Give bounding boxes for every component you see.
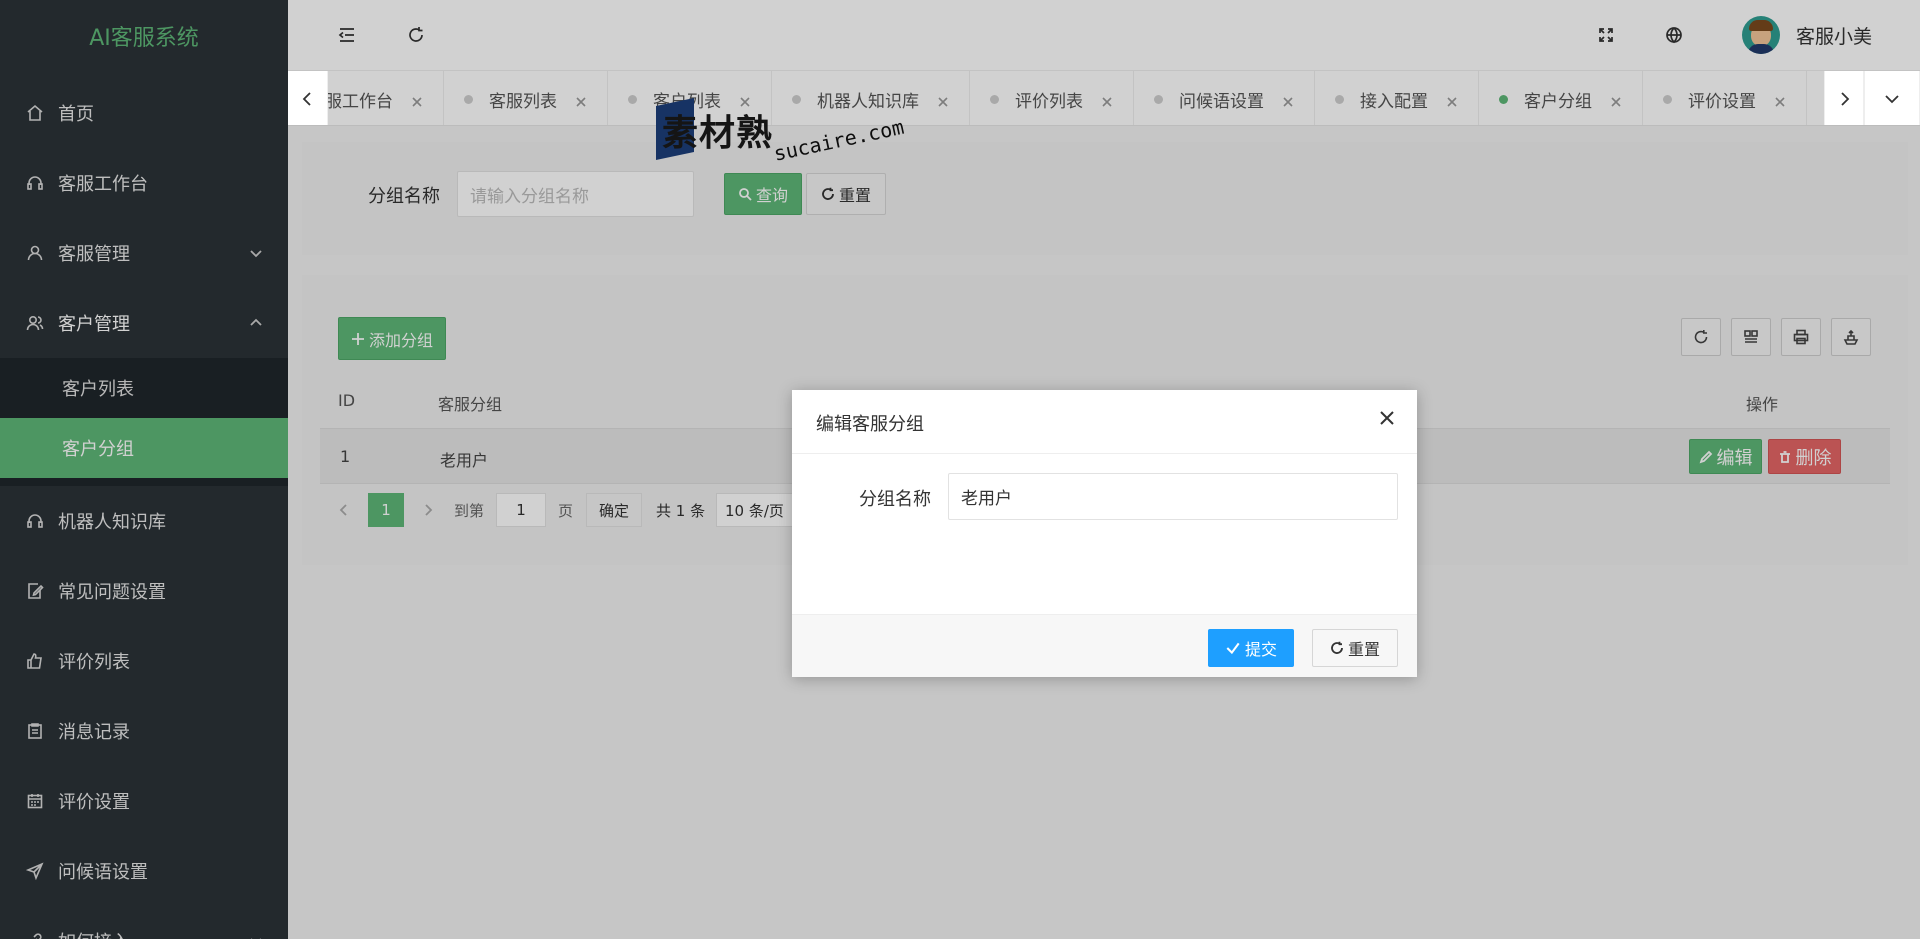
chevron-right-icon (1841, 92, 1850, 106)
dialog-reset-button[interactable]: 重置 (1312, 629, 1398, 667)
dialog-divider (792, 453, 1417, 454)
chevron-left-icon (302, 92, 311, 106)
tabs-scroll-right-button[interactable] (1824, 71, 1864, 125)
chevron-down-icon (1885, 95, 1899, 104)
check-icon (1226, 642, 1240, 655)
dialog-reset-button-label: 重置 (1347, 640, 1380, 659)
tabs-dropdown-button[interactable] (1864, 71, 1920, 125)
group-name-input[interactable]: 老用户 (948, 473, 1398, 520)
dialog-footer: 提交 重置 (792, 614, 1417, 677)
submit-button[interactable]: 提交 (1208, 629, 1294, 667)
submit-button-label: 提交 (1244, 640, 1277, 659)
close-icon[interactable] (1377, 408, 1397, 428)
dialog-title: 编辑客服分组 (816, 414, 924, 435)
tabs-scroll-left-button[interactable] (288, 71, 328, 125)
refresh-icon (1331, 641, 1343, 654)
edit-group-dialog: 编辑客服分组 分组名称 老用户 提交 重置 (792, 390, 1417, 677)
dialog-field-label: 分组名称 (859, 489, 931, 510)
